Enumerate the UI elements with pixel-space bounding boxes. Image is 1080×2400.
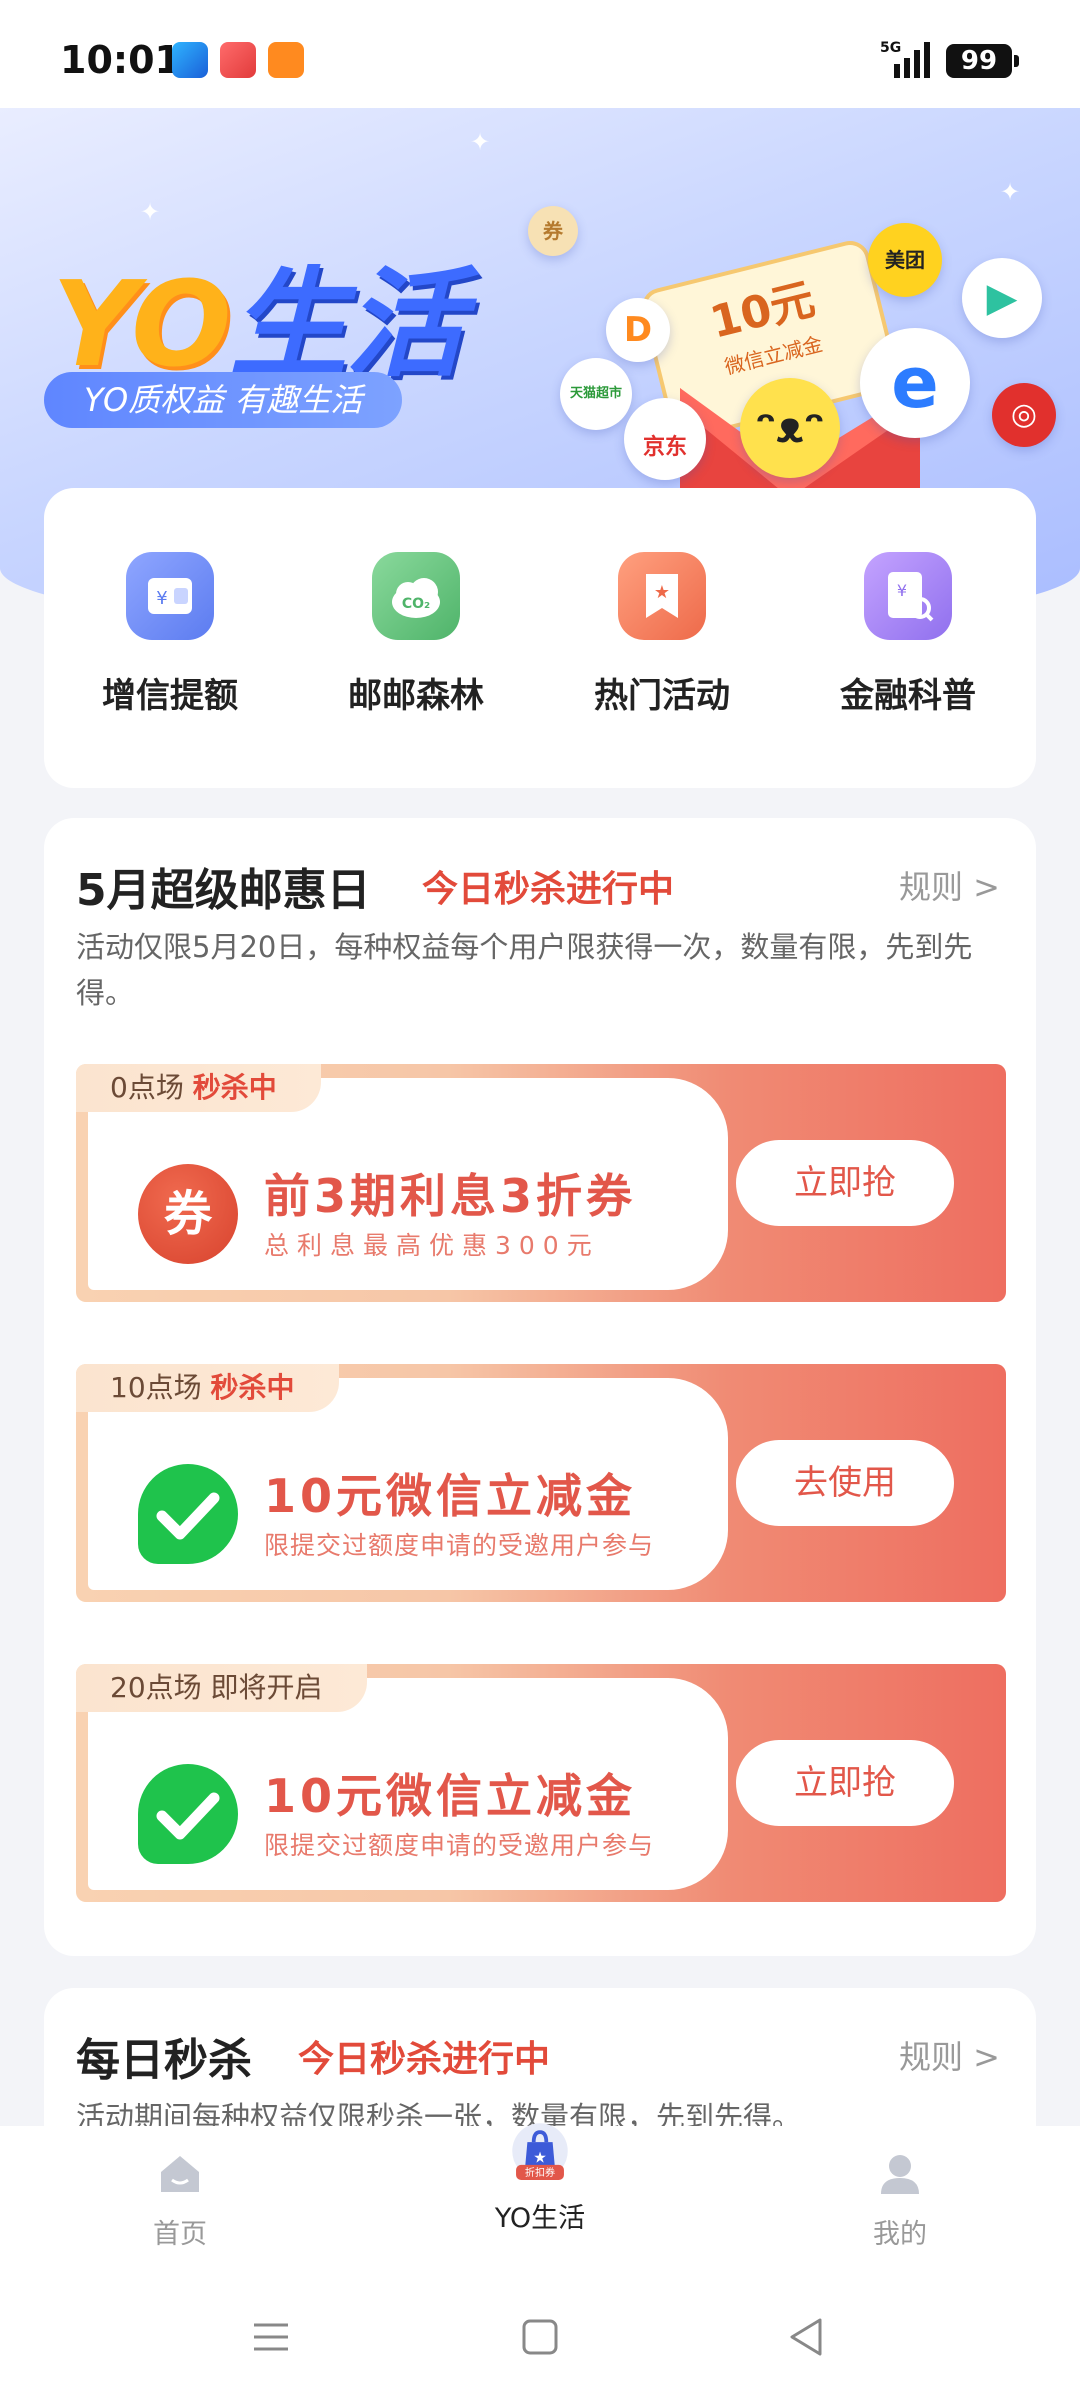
grab-now-button[interactable]: 立即抢 (736, 1140, 954, 1226)
play-app-bubble: ▶ (962, 258, 1042, 338)
deal-card: 20点场 即将开启 10元微信立减金 限提交过额度申请的受邀用户参与 立即抢 (76, 1664, 1006, 1902)
svg-text:★: ★ (533, 2148, 547, 2166)
deal-title: 前3期利息3折券 (264, 1169, 637, 1223)
svg-text:5G: 5G (880, 40, 901, 56)
finance-search-icon: ¥ (864, 552, 952, 640)
didi-bubble: D (606, 298, 670, 362)
wallet-icon: ¥ (126, 552, 214, 640)
status-time: 10:01 (60, 38, 181, 82)
svg-text:券: 券 (164, 1186, 213, 1242)
video-app-icon (268, 42, 304, 78)
signal-5g-icon: 5G (880, 40, 930, 78)
meituan-bubble: 美团 (868, 223, 942, 297)
sparkle-icon: ✦ (470, 128, 491, 156)
wechat-icon (138, 1464, 238, 1564)
promo-status-tag: 今日秒杀进行中 (422, 869, 675, 910)
quick-item-label: 热门活动 (594, 676, 730, 716)
sparkle-icon: ✦ (140, 198, 161, 226)
svg-text:折扣券: 折扣券 (525, 2166, 555, 2179)
deal-title: 10元微信立减金 (264, 1469, 637, 1523)
wechat-icon (138, 1764, 238, 1864)
quick-item-credit-boost[interactable]: ¥ 增信提额 (50, 552, 290, 717)
quick-item-label: 邮邮森林 (348, 676, 484, 716)
bottom-tab-bar: 首页 ★ 折扣券 YO生活 我的 (0, 2123, 1080, 2276)
jd-bubble: 京东 (624, 398, 706, 480)
star-bookmark-icon: ★ (618, 552, 706, 640)
co2-cloud-icon: CO₂ (372, 552, 460, 640)
mountain-app-icon (172, 42, 208, 78)
battery-indicator: 99 (946, 44, 1019, 78)
daily-title: 每日秒杀 (76, 2035, 252, 2086)
tab-label: YO生活 (494, 2203, 586, 2234)
status-bar: 10:01 5G 99 (0, 0, 1080, 110)
ticket-bubble: 券 (528, 206, 578, 256)
tab-yo-life[interactable]: ★ 折扣券 YO生活 (440, 2123, 640, 2235)
use-now-button[interactable]: 去使用 (736, 1440, 954, 1526)
deal-card: 10点场 秒杀中 10元微信立减金 限提交过额度申请的受邀用户参与 去使用 (76, 1364, 1006, 1602)
system-navigation-bar (0, 2276, 1080, 2400)
quick-item-label: 金融科普 (840, 676, 976, 716)
back-triangle-icon[interactable] (782, 2312, 832, 2362)
game-app-icon (220, 42, 256, 78)
quick-item-finance-edu[interactable]: ¥ 金融科普 (788, 552, 1028, 717)
deal-session-label: 10点场 秒杀中 (76, 1364, 339, 1412)
super-day-card: 5月超级邮惠日 今日秒杀进行中 规则 > 活动仅限5月20日，每种权益每个用户限… (44, 818, 1036, 1956)
quick-menu-card: ¥ 增信提额 CO₂ 邮邮森林 ★ 热门活动 ¥ 金融科普 (44, 488, 1036, 788)
daily-status-tag: 今日秒杀进行中 (298, 2039, 551, 2080)
home-square-icon[interactable] (515, 2312, 565, 2362)
deal-card: 0点场 秒杀中 券 前3期利息3折券 总利息最高优惠300元 立即抢 (76, 1064, 1006, 1302)
menu-icon[interactable] (246, 2312, 296, 2362)
svg-text:¥: ¥ (897, 581, 907, 600)
quick-item-forest[interactable]: CO₂ 邮邮森林 (296, 552, 536, 717)
deal-title: 10元微信立减金 (264, 1769, 637, 1823)
tmall-bubble: 天猫超市 (560, 358, 632, 430)
deal-subtitle: 限提交过额度申请的受邀用户参与 (264, 1831, 655, 1860)
tab-home[interactable]: 首页 (80, 2150, 280, 2251)
brand-slogan: YO质权益 有趣生活 (44, 372, 403, 428)
promo-rules-link[interactable]: 规则 > (899, 862, 1000, 908)
promo-description: 活动仅限5月20日，每种权益每个用户限获得一次，数量有限，先到先得。 (76, 930, 973, 1010)
sparkle-icon: ✦ (1000, 178, 1021, 206)
deal-session-label: 0点场 秒杀中 (76, 1064, 321, 1112)
tab-label: 首页 (153, 2219, 207, 2250)
svg-text:★: ★ (654, 582, 670, 603)
profile-icon (881, 2155, 919, 2194)
coupon-icon: 券 (138, 1164, 238, 1264)
home-icon (161, 2156, 199, 2192)
tab-label: 我的 (873, 2219, 927, 2250)
promo-title: 5月超级邮惠日 (76, 865, 371, 916)
netease-music-bubble: ◎ (992, 383, 1056, 447)
svg-text:CO₂: CO₂ (402, 596, 430, 612)
mascot-bubble: ᵔᴥᵔ (740, 378, 840, 478)
shopping-bag-icon: ★ 折扣券 (512, 2123, 568, 2180)
tab-mine[interactable]: 我的 (800, 2150, 1000, 2251)
grab-now-button[interactable]: 立即抢 (736, 1740, 954, 1826)
quick-item-label: 增信提额 (102, 676, 238, 716)
quick-item-hot-events[interactable]: ★ 热门活动 (542, 552, 782, 717)
svg-text:¥: ¥ (156, 588, 167, 609)
deal-session-label: 20点场 即将开启 (76, 1664, 367, 1712)
deal-subtitle: 总利息最高优惠300元 (264, 1231, 600, 1260)
e-app-bubble: e (860, 328, 970, 438)
deal-subtitle: 限提交过额度申请的受邀用户参与 (264, 1531, 655, 1560)
daily-rules-link[interactable]: 规则 > (899, 2032, 1000, 2078)
